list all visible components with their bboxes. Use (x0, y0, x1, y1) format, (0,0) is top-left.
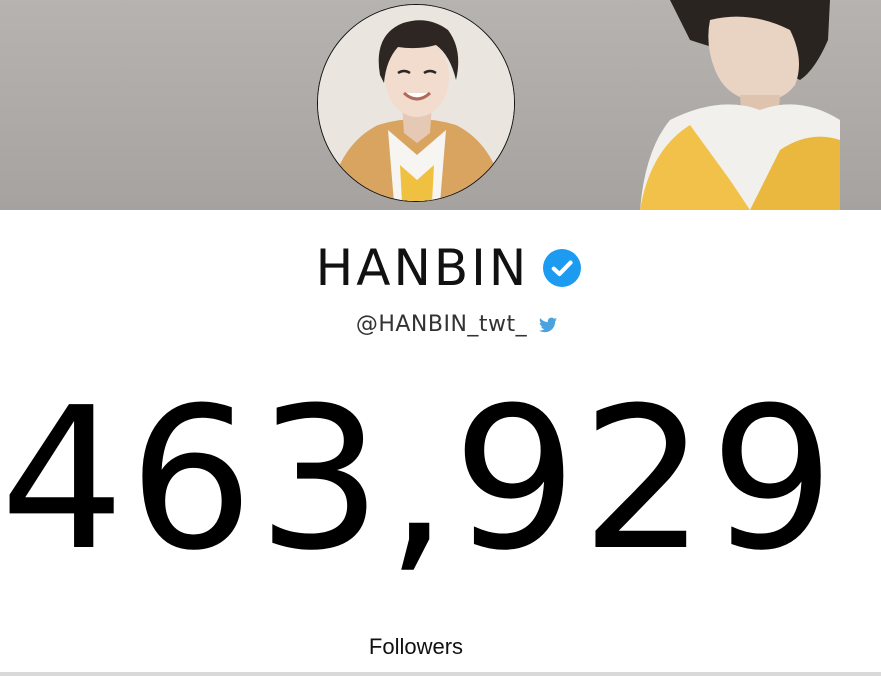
twitter-bird-icon (539, 317, 558, 332)
banner-photo (640, 0, 840, 210)
avatar-photo (318, 5, 514, 201)
profile-name-row: HANBIN (0, 238, 881, 298)
verified-badge-icon (543, 249, 582, 287)
profile-handle[interactable]: @HANBIN_twt_ (356, 312, 527, 337)
follower-count: 463,929 (0, 366, 839, 594)
follower-count-page: HANBIN @HANBIN_twt_ 463,929 Followers (0, 0, 881, 676)
bottom-divider (0, 672, 881, 676)
profile-name-group: HANBIN (316, 238, 582, 298)
profile-handle-group: @HANBIN_twt_ (356, 312, 558, 337)
profile-handle-row: @HANBIN_twt_ (0, 312, 881, 337)
follower-label: Followers (368, 634, 464, 659)
profile-name: HANBIN (315, 239, 530, 297)
profile-avatar[interactable] (317, 4, 515, 202)
